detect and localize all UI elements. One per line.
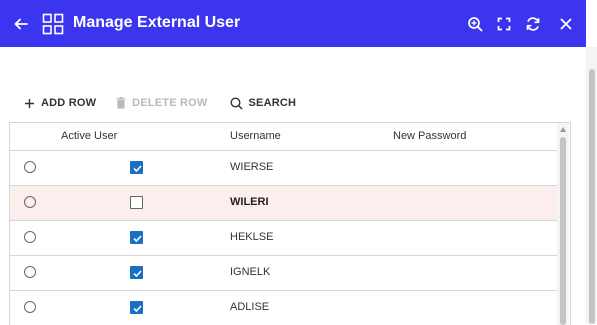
check-icon [133,305,142,313]
users-grid: Active User Username New Password WIERSE… [9,122,571,325]
table-row[interactable]: WIERSE [10,151,557,186]
username-cell[interactable]: HEKLSE [230,231,273,243]
username-cell[interactable]: WIERSE [230,161,273,173]
grid-scrollbar[interactable] [557,123,569,325]
username-cell[interactable]: WILERI [230,196,269,208]
column-header-active-user[interactable]: Active User [61,130,117,142]
arrow-left-icon [14,18,28,29]
check-icon [133,165,142,173]
active-user-checkbox[interactable] [130,266,143,279]
fullscreen-icon [497,17,511,30]
active-user-checkbox[interactable] [130,196,143,209]
column-header-new-password[interactable]: New Password [393,130,466,142]
row-select-radio[interactable] [24,231,36,243]
row-select-radio[interactable] [24,196,36,208]
grid-toolbar: ADD ROW DELETE ROW SEARCH [24,94,296,112]
page-scrollbar[interactable] [586,47,597,324]
table-row[interactable]: ADLISE [10,291,557,325]
search-label: SEARCH [248,97,297,109]
search-button[interactable]: SEARCH [230,96,297,110]
plus-icon [25,98,34,108]
refresh-button[interactable] [519,0,547,47]
grid-icon [42,13,64,34]
close-icon [560,18,572,29]
table-row[interactable]: HEKLSE [10,221,557,256]
delete-row-button[interactable]: DELETE ROW [116,97,207,109]
add-row-label: ADD ROW [41,97,97,109]
app-menu-button[interactable] [40,0,66,47]
back-button[interactable] [7,0,35,47]
column-header-username[interactable]: Username [230,130,281,142]
search-icon [230,96,243,110]
row-select-radio[interactable] [24,161,36,173]
row-select-radio[interactable] [24,266,36,278]
row-select-radio[interactable] [24,301,36,313]
refresh-icon [526,16,540,31]
delete-row-label: DELETE ROW [132,97,208,109]
check-icon [133,235,142,243]
trash-icon [116,97,126,109]
table-row[interactable]: WILERI [10,186,557,221]
page-title: Manage External User [73,14,241,31]
scroll-up-icon[interactable] [560,127,566,132]
fullscreen-button[interactable] [490,0,518,47]
page-scrollbar-thumb[interactable] [589,69,595,324]
table-row[interactable]: IGNELK [10,256,557,291]
close-button[interactable] [552,0,580,47]
add-row-button[interactable]: ADD ROW [24,97,96,109]
active-user-checkbox[interactable] [130,301,143,314]
active-user-checkbox[interactable] [130,231,143,244]
username-cell[interactable]: IGNELK [230,266,270,278]
title-bar: Manage External User [0,0,586,47]
check-icon [133,270,142,278]
active-user-checkbox[interactable] [130,161,143,174]
zoom-search-icon [468,16,483,31]
username-cell[interactable]: ADLISE [230,301,269,313]
grid-header: Active User Username New Password [10,123,557,151]
zoom-search-button[interactable] [461,0,489,47]
grid-scrollbar-thumb[interactable] [560,137,566,325]
